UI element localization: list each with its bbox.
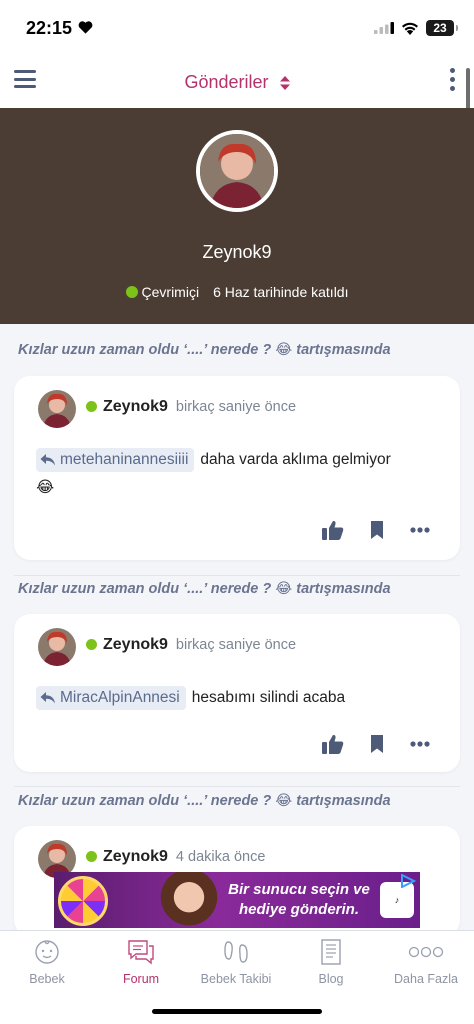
reply-mention[interactable]: MiracAlpinAnnesi [36, 686, 186, 710]
ad-banner[interactable]: Bir sunucu seçin ve hediye gönderin. ♪ [54, 872, 420, 928]
post-card: Zeynok9 birkaç saniye önce metehaninannes… [14, 376, 460, 560]
post-card: Zeynok9 birkaç saniye önce MiracAlpinAnne… [14, 614, 460, 772]
post-body: MiracAlpinAnnesi hesabımı silindi acaba [36, 684, 438, 712]
post-author[interactable]: Zeynok9 [103, 398, 168, 415]
post-text: daha varda aklıma gelmiyor [200, 451, 391, 468]
tab-bebek-takibi[interactable]: Bebek Takibi [189, 939, 283, 986]
divider [14, 575, 460, 576]
online-indicator [125, 286, 138, 298]
more-dots-icon [408, 946, 444, 958]
emoji: 😂 [36, 479, 55, 496]
footprints-icon [224, 941, 248, 963]
more-dots-icon[interactable] [410, 741, 430, 747]
emoji: 😂 [275, 793, 293, 809]
more-dots-icon[interactable] [410, 527, 430, 533]
reply-icon [40, 692, 55, 704]
ad-choices-icon[interactable] [400, 874, 416, 888]
profile-banner: Zeynok9 Çevrimiçi 6 Haz tarihinde katıldı [0, 108, 474, 324]
post-time: birkaç saniye önce [175, 399, 297, 415]
online-indicator [86, 401, 97, 412]
bookmark-icon[interactable] [370, 521, 384, 539]
more-options-icon[interactable] [450, 68, 458, 95]
online-indicator [86, 639, 97, 650]
divider [14, 786, 460, 787]
top-navbar: Gönderiler [0, 56, 474, 108]
wifi-icon [402, 22, 418, 35]
thread-link[interactable]: Kızlar uzun zaman oldu ‘....’ nerede ? 😂… [18, 342, 391, 358]
post-header: Zeynok9 4 dakika önce [86, 848, 265, 866]
signal-icon [374, 22, 394, 34]
join-date: 6 Haz tarihinde katıldı [213, 284, 349, 300]
bookmark-icon[interactable] [370, 735, 384, 753]
tab-daha-fazla[interactable]: Daha Fazla [379, 939, 473, 986]
reply-icon [40, 454, 55, 466]
home-indicator[interactable] [152, 1009, 322, 1014]
page-title-selector[interactable]: Gönderiler [0, 72, 474, 93]
emoji: 😂 [275, 342, 293, 358]
ad-wheel-graphic [58, 876, 108, 926]
like-icon[interactable] [322, 734, 344, 754]
post-text: hesabımı silindi acaba [191, 689, 346, 706]
like-icon[interactable] [322, 520, 344, 540]
tab-blog[interactable]: Blog [284, 939, 378, 986]
thread-link[interactable]: Kızlar uzun zaman oldu ‘....’ nerede ? 😂… [18, 581, 391, 597]
post-time: birkaç saniye önce [175, 637, 297, 653]
page-title: Gönderiler [184, 72, 269, 92]
emoji: 😂 [275, 581, 293, 597]
post-author[interactable]: Zeynok9 [103, 848, 168, 865]
ad-person-graphic [154, 872, 224, 928]
author-avatar[interactable] [38, 628, 76, 666]
status-bar: 22:15 23 [0, 0, 474, 56]
post-header: Zeynok9 birkaç saniye önce [86, 398, 296, 416]
reply-mention[interactable]: metehaninannesiiii [36, 448, 195, 472]
status-time: 22:15 [26, 18, 73, 38]
tab-forum[interactable]: Forum [94, 939, 188, 986]
sort-arrows-icon [279, 76, 290, 91]
battery-icon: 23 [426, 20, 458, 36]
post-body: metehaninannesiiii daha varda aklıma gelm… [36, 446, 438, 502]
post-actions [322, 734, 430, 754]
post-actions [322, 520, 430, 540]
profile-avatar[interactable] [196, 130, 278, 212]
profile-username: Zeynok9 [202, 242, 272, 262]
online-indicator [86, 851, 97, 862]
profile-meta: Çevrimiçi 6 Haz tarihinde katıldı [0, 284, 474, 300]
post-author[interactable]: Zeynok9 [103, 636, 168, 653]
ad-text: Bir sunucu seçin ve hediye gönderin. [228, 881, 370, 918]
heart-icon [78, 21, 93, 34]
chat-bubbles-icon [128, 940, 154, 965]
author-avatar[interactable] [38, 390, 76, 428]
tab-bebek[interactable]: Bebek [0, 939, 94, 986]
post-header: Zeynok9 birkaç saniye önce [86, 636, 296, 654]
post-time: 4 dakika önce [175, 849, 266, 865]
online-status: Çevrimiçi [141, 284, 200, 300]
thread-link[interactable]: Kızlar uzun zaman oldu ‘....’ nerede ? 😂… [18, 793, 391, 809]
document-icon [321, 939, 341, 965]
baby-face-icon [35, 940, 59, 964]
